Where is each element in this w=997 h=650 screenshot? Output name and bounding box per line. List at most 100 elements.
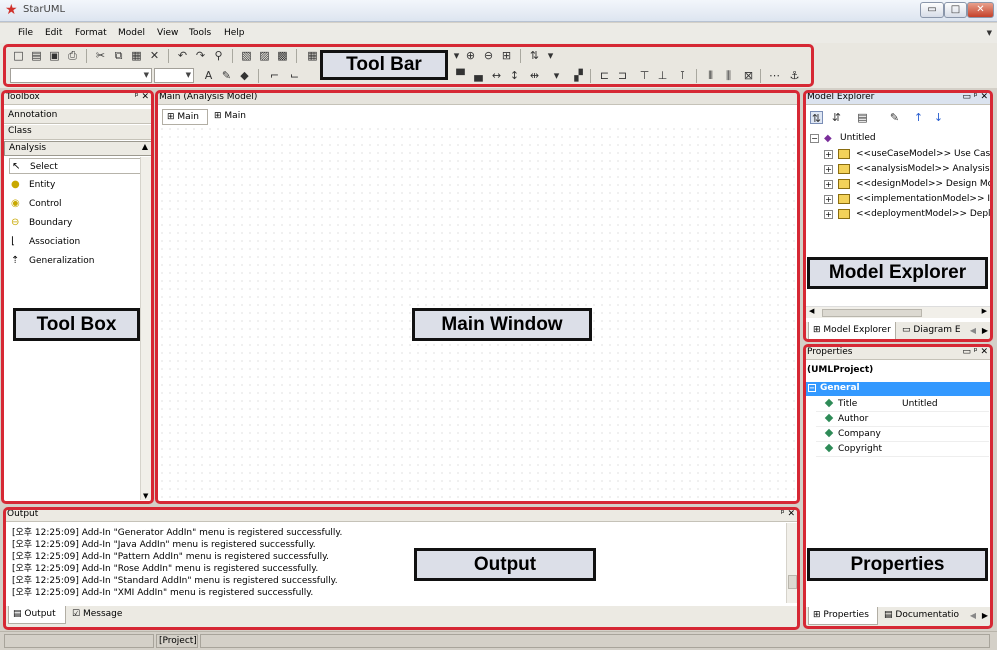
scroll-down-icon[interactable]: ▼ bbox=[143, 492, 148, 500]
collapse-icon[interactable]: − bbox=[808, 384, 816, 392]
zoom-dropdown-icon[interactable]: ▾ bbox=[450, 49, 463, 62]
property-row-title[interactable]: Title Untitled bbox=[816, 397, 989, 412]
new-icon[interactable]: □ bbox=[12, 49, 25, 62]
send-back-icon[interactable]: ▄ bbox=[472, 69, 485, 82]
tab-properties[interactable]: ⊞ Properties bbox=[808, 607, 878, 625]
size-height-icon[interactable]: ⫼ bbox=[722, 69, 735, 82]
expand-icon[interactable]: + bbox=[824, 150, 833, 159]
menu-model[interactable]: Model bbox=[118, 28, 145, 38]
font-size-combo[interactable]: ▼ bbox=[154, 68, 194, 83]
expand-icon[interactable]: + bbox=[824, 180, 833, 189]
copy-icon[interactable]: ⧉ bbox=[112, 49, 125, 62]
tab-documentation[interactable]: ▤ Documentatio bbox=[880, 607, 960, 625]
align-bottom-icon[interactable]: ⊺ bbox=[676, 69, 689, 82]
sort-by-name-icon[interactable]: ⇅ bbox=[810, 111, 823, 125]
distribute-icon[interactable]: ⋯ bbox=[768, 69, 781, 82]
toolbox-category-class[interactable]: Class bbox=[4, 125, 152, 140]
minimize-button[interactable]: ▭ bbox=[920, 2, 944, 18]
print-icon[interactable]: ⎙ bbox=[66, 49, 79, 62]
line-style-icon[interactable]: ⌐ bbox=[268, 69, 281, 82]
property-group-general[interactable]: − General bbox=[806, 382, 990, 396]
size-width-icon[interactable]: ⫴ bbox=[704, 69, 717, 82]
property-row-copyright[interactable]: Copyright bbox=[816, 442, 989, 457]
pin-close-icon[interactable]: ▭ ᵖ ✕ bbox=[962, 92, 988, 102]
space-icon[interactable]: ⇹ bbox=[528, 69, 541, 82]
bring-front-icon[interactable]: ▀ bbox=[454, 69, 467, 82]
save-icon[interactable]: ▣ bbox=[48, 49, 61, 62]
filter-icon[interactable]: ▤ bbox=[856, 111, 869, 124]
tab-main-1[interactable]: ⊞ Main bbox=[162, 109, 208, 125]
pin-close-icon[interactable]: ᵖ ✕ bbox=[781, 509, 795, 519]
align-h-icon[interactable]: ↔ bbox=[490, 69, 503, 82]
expand-icon[interactable]: + bbox=[824, 165, 833, 174]
check-model-icon[interactable]: ▨ bbox=[258, 49, 271, 62]
zoom-out-icon[interactable]: ⊖ bbox=[482, 49, 495, 62]
tree-node-usecase[interactable]: + <<useCaseModel>> Use Case M bbox=[808, 147, 992, 162]
tree-root[interactable]: − ◆ Untitled bbox=[808, 131, 988, 146]
find-icon[interactable]: ⚲ bbox=[212, 49, 225, 62]
toolbox-item-entity[interactable]: ● Entity bbox=[9, 177, 55, 193]
expand-icon[interactable]: + bbox=[824, 195, 833, 204]
tab-diagram-explorer[interactable]: ▭ Diagram E bbox=[898, 322, 962, 340]
tree-node-analysis[interactable]: + <<analysisModel>> Analysis Mo bbox=[808, 162, 992, 177]
open-icon[interactable]: ▤ bbox=[30, 49, 43, 62]
tab-scroll-right-icon[interactable]: ▶ bbox=[982, 611, 988, 620]
pin-close-icon[interactable]: ▭ ᵖ ✕ bbox=[962, 347, 988, 357]
toolbar-more-icon[interactable]: ▾ bbox=[544, 49, 557, 62]
align-top-icon[interactable]: ⊤ bbox=[638, 69, 651, 82]
layout-more-icon[interactable]: ▾ bbox=[550, 69, 563, 82]
align-middle-icon[interactable]: ⊥ bbox=[656, 69, 669, 82]
diagram-icon[interactable]: ▧ bbox=[240, 49, 253, 62]
close-button[interactable]: ✕ bbox=[967, 2, 994, 18]
zoom-in-icon[interactable]: ⊕ bbox=[464, 49, 477, 62]
tab-output[interactable]: ▤ Output bbox=[8, 606, 66, 624]
menu-edit[interactable]: Edit bbox=[45, 28, 62, 38]
menu-overflow-icon[interactable]: ▼ bbox=[987, 29, 992, 37]
tree-node-deployment[interactable]: + <<deploymentModel>> Deploym bbox=[808, 207, 992, 222]
delete-icon[interactable]: ✕ bbox=[148, 49, 161, 62]
scroll-right-icon[interactable]: ▶ bbox=[982, 307, 987, 315]
redo-icon[interactable]: ↷ bbox=[194, 49, 207, 62]
toolbox-item-association[interactable]: ⌊ Association bbox=[9, 234, 80, 250]
verify-icon[interactable]: ▩ bbox=[276, 49, 289, 62]
fit-icon[interactable]: ⊞ bbox=[500, 49, 513, 62]
expand-icon[interactable]: + bbox=[824, 210, 833, 219]
output-scrollbar[interactable] bbox=[786, 523, 798, 603]
menu-tools[interactable]: Tools bbox=[189, 28, 211, 38]
undo-icon[interactable]: ↶ bbox=[176, 49, 189, 62]
menu-file[interactable]: File bbox=[18, 28, 33, 38]
align-left-icon[interactable]: ⊏ bbox=[598, 69, 611, 82]
scroll-thumb[interactable] bbox=[822, 309, 922, 317]
align-v-icon[interactable]: ↕ bbox=[508, 69, 521, 82]
tab-scroll-left-icon[interactable]: ◀ bbox=[970, 326, 976, 335]
property-row-author[interactable]: Author bbox=[816, 412, 989, 427]
grid-icon[interactable]: ▦ bbox=[306, 49, 319, 62]
collapse-icon[interactable]: − bbox=[810, 134, 819, 143]
connector-style-icon[interactable]: ⌙ bbox=[288, 69, 301, 82]
tab-message[interactable]: ☑ Message bbox=[68, 606, 130, 624]
property-value[interactable]: Untitled bbox=[902, 399, 938, 409]
sort-by-kind-icon[interactable]: ⇵ bbox=[830, 111, 843, 124]
tree-node-implementation[interactable]: + <<implementationModel>> Imp bbox=[808, 192, 992, 207]
menu-view[interactable]: View bbox=[157, 28, 178, 38]
tab-model-explorer[interactable]: ⊞ Model Explorer bbox=[808, 322, 896, 340]
move-down-icon[interactable]: ↓ bbox=[932, 111, 945, 124]
cut-icon[interactable]: ✂ bbox=[94, 49, 107, 62]
toolbox-category-analysis[interactable]: Analysis ▲ bbox=[4, 141, 152, 156]
property-row-company[interactable]: Company bbox=[816, 427, 989, 442]
tab-scroll-left-icon[interactable]: ◀ bbox=[970, 611, 976, 620]
font-combo[interactable]: ▼ bbox=[10, 68, 152, 83]
tab-main-2[interactable]: ⊞ Main bbox=[210, 109, 256, 125]
move-up-icon[interactable]: ↑ bbox=[912, 111, 925, 124]
menu-format[interactable]: Format bbox=[75, 28, 107, 38]
toolbox-item-generalization[interactable]: ⇡ Generalization bbox=[9, 253, 94, 269]
scroll-up-icon[interactable]: ▲ bbox=[142, 142, 148, 151]
menu-help[interactable]: Help bbox=[224, 28, 245, 38]
tree-node-design[interactable]: + <<designModel>> Design Mode bbox=[808, 177, 992, 192]
explorer-hscrollbar[interactable]: ◀ ▶ bbox=[806, 306, 990, 318]
dock-icon[interactable]: ⚓ bbox=[788, 69, 801, 82]
tab-scroll-right-icon[interactable]: ▶ bbox=[982, 326, 988, 335]
toolbox-item-boundary[interactable]: ⊖ Boundary bbox=[9, 215, 72, 231]
fill-color-icon[interactable]: ◆ bbox=[238, 69, 251, 82]
group-icon[interactable]: ▞ bbox=[572, 69, 585, 82]
